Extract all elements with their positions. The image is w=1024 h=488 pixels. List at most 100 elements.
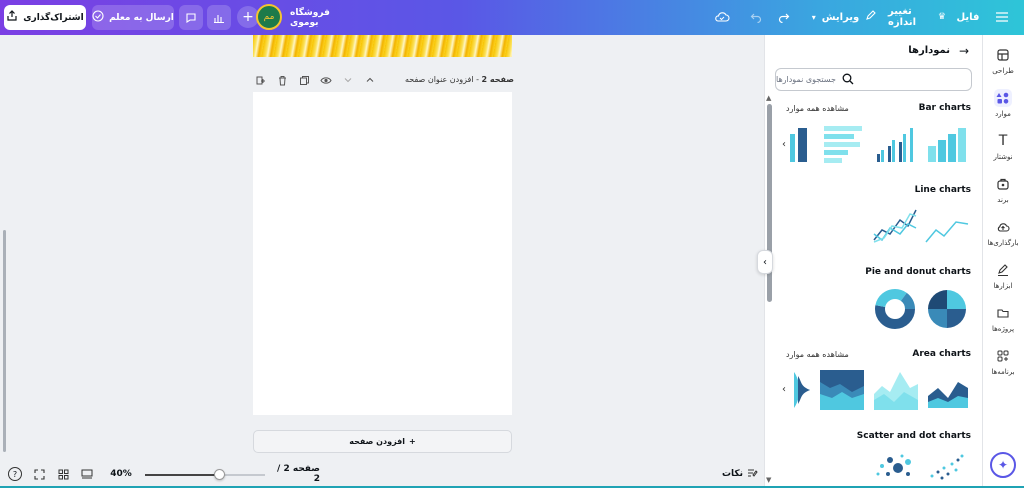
- scatter-chart-thumb-1[interactable]: [874, 452, 918, 482]
- rail-item-brand[interactable]: برند: [985, 175, 1021, 211]
- back-arrow-icon[interactable]: →: [956, 44, 972, 58]
- search-charts-input[interactable]: جستجوی نمودارها: [775, 68, 972, 91]
- zoom-level[interactable]: 40%: [108, 467, 134, 481]
- panel-title: نمودارها: [908, 45, 950, 56]
- section-title-scatter-charts: Scatter and dot charts: [856, 431, 971, 441]
- chevron-up-icon[interactable]: [363, 73, 377, 87]
- rail-label-apps: برنامه‌ها: [991, 368, 1015, 376]
- share-button[interactable]: اشتراک‌گذاری: [4, 5, 86, 30]
- chevron-left-icon[interactable]: ‹: [782, 384, 786, 395]
- donut-chart-thumb[interactable]: [874, 288, 916, 330]
- send-to-teacher-button[interactable]: ارسال به معلم: [92, 5, 174, 30]
- plus-icon: +: [242, 9, 254, 25]
- rail-item-elements[interactable]: موارد: [985, 89, 1021, 125]
- rail-label-projects: پروژه‌ها: [991, 325, 1015, 333]
- comment-button[interactable]: [179, 5, 203, 30]
- rail-label-design: طراحی: [992, 67, 1014, 75]
- rail-label-brand: برند: [997, 196, 1009, 204]
- rail-label-text: نوشتار: [993, 153, 1013, 161]
- add-page-label: افزودن صفحه: [349, 437, 406, 446]
- fullscreen-icon[interactable]: [32, 467, 46, 481]
- duplicate-icon[interactable]: [297, 73, 311, 87]
- rail-label-elements: موارد: [995, 110, 1011, 118]
- pie-chart-thumb[interactable]: [926, 288, 968, 330]
- resize-label: تغییر اندازه: [888, 6, 917, 28]
- brand-icon: [994, 175, 1012, 193]
- add-page-icon[interactable]: [253, 73, 267, 87]
- check-circle-icon: [92, 10, 104, 25]
- help-button[interactable]: ?: [8, 467, 22, 481]
- scroll-down-arrow[interactable]: ▼: [766, 476, 771, 484]
- upload-icon: [994, 218, 1012, 236]
- menu-icon[interactable]: [990, 8, 1014, 26]
- notes-button[interactable]: نکات: [720, 467, 760, 481]
- bar-chart-thumb-4[interactable]: [926, 124, 968, 164]
- edit-mode-dropdown[interactable]: ▾ ویرایش: [811, 8, 877, 26]
- page-title-placeholder: - افزودن عنوان صفحه: [405, 75, 482, 84]
- magic-sparkle-button[interactable]: ✦: [990, 452, 1016, 478]
- rail-item-design[interactable]: طراحی: [985, 46, 1021, 82]
- section-title-area-charts: Area charts: [912, 349, 971, 359]
- pencil-icon: [865, 10, 877, 24]
- rail-label-uploads: بارگذاری‌ها: [987, 239, 1019, 247]
- plus-icon: +: [409, 437, 416, 446]
- search-placeholder: جستجوی نمودارها: [776, 75, 836, 84]
- text-icon: T: [998, 133, 1008, 149]
- chevron-down-icon[interactable]: [341, 73, 355, 87]
- insights-button[interactable]: [207, 5, 231, 30]
- cloud-save-icon[interactable]: [712, 8, 732, 26]
- page-count[interactable]: صفحه 2 / 2: [270, 464, 320, 484]
- see-all-bar-charts[interactable]: مشاهده همه موارد: [786, 104, 849, 113]
- resize-button[interactable]: تغییر اندازه ♛: [888, 6, 946, 28]
- see-all-area-charts[interactable]: مشاهده همه موارد: [786, 350, 849, 359]
- page-title-label[interactable]: صفحه 2 - افزودن عنوان صفحه: [402, 75, 514, 87]
- rail-item-text[interactable]: T نوشتار: [985, 132, 1021, 168]
- avatar[interactable]: مم: [256, 4, 282, 30]
- bar-chart-thumb-3[interactable]: [874, 124, 916, 164]
- line-chart-thumb-2[interactable]: [924, 212, 970, 246]
- bar-chart-thumb-2[interactable]: [822, 124, 864, 164]
- page-thumbnails-icon[interactable]: [80, 467, 94, 481]
- line-chart-thumb-1[interactable]: [872, 206, 918, 246]
- area-chart-thumb-3[interactable]: [874, 370, 918, 410]
- comment-icon: [186, 12, 196, 23]
- notes-label: نکات: [721, 469, 744, 479]
- zoom-slider-handle[interactable]: [214, 469, 225, 480]
- undo-icon[interactable]: [746, 8, 766, 26]
- page-number-label: صفحه 2: [481, 75, 514, 84]
- rail-item-apps[interactable]: برنامه‌ها: [985, 347, 1021, 383]
- chevron-down-icon: ▾: [811, 12, 816, 22]
- crown-icon: ♛: [937, 12, 946, 22]
- eye-icon[interactable]: [319, 73, 333, 87]
- grid-view-icon[interactable]: [56, 467, 70, 481]
- canvas-scrollbar[interactable]: [3, 230, 6, 452]
- page-1-image[interactable]: [253, 35, 512, 57]
- section-title-bar-charts: Bar charts: [918, 103, 971, 113]
- folder-icon: [994, 304, 1012, 322]
- area-chart-thumb-4[interactable]: [926, 370, 970, 410]
- collapse-panel-button[interactable]: ‹: [757, 250, 773, 274]
- area-chart-thumb-1[interactable]: [790, 370, 814, 410]
- rail-item-projects[interactable]: پروژه‌ها: [985, 304, 1021, 340]
- page-2-canvas[interactable]: [253, 92, 512, 415]
- scatter-chart-thumb-2[interactable]: [926, 452, 970, 482]
- area-chart-thumb-2[interactable]: [820, 370, 864, 410]
- bar-chart-thumb-1[interactable]: [786, 124, 810, 164]
- design-title[interactable]: فروشگاه بوموی: [290, 8, 352, 28]
- bar-chart-icon: [214, 14, 224, 23]
- file-menu[interactable]: فایل: [955, 8, 981, 26]
- rail-item-draw[interactable]: ابزارها: [985, 261, 1021, 297]
- scroll-up-arrow[interactable]: ▲: [766, 94, 771, 102]
- share-label: اشتراک‌گذاری: [23, 12, 84, 23]
- add-page-button[interactable]: افزودن صفحه +: [253, 430, 512, 453]
- section-title-line-charts: Line charts: [914, 185, 971, 195]
- zoom-slider-fill: [145, 474, 220, 476]
- share-icon: [6, 10, 18, 25]
- redo-icon[interactable]: [774, 8, 794, 26]
- section-title-pie-charts: Pie and donut charts: [865, 267, 971, 277]
- rail-item-uploads[interactable]: بارگذاری‌ها: [985, 218, 1021, 254]
- send-label: ارسال به معلم: [109, 12, 174, 23]
- trash-icon[interactable]: [275, 73, 289, 87]
- draw-icon: [994, 261, 1012, 279]
- chevron-left-icon: ‹: [763, 256, 767, 268]
